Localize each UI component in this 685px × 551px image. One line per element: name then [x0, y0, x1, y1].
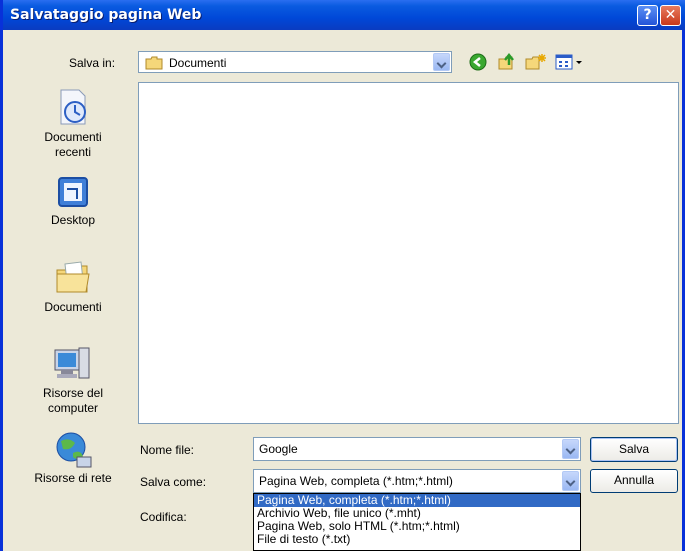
new-folder-icon[interactable]	[525, 53, 547, 74]
place-computer-label-2: computer	[47, 401, 99, 415]
saveas-options-list[interactable]: Pagina Web, completa (*.htm;*.html) Arch…	[253, 493, 581, 551]
saveas-dropdown[interactable]: Pagina Web, completa (*.htm;*.html)	[253, 469, 581, 493]
computer-icon	[54, 347, 90, 379]
save-in-value: Documenti	[169, 56, 227, 70]
list-item[interactable]: File di testo (*.txt)	[254, 533, 580, 546]
desktop-icon	[58, 177, 88, 207]
place-my-computer[interactable]: Risorse del computer	[21, 344, 125, 416]
view-menu-icon[interactable]	[555, 53, 583, 74]
help-icon: ?	[643, 7, 652, 23]
place-my-documents[interactable]: Documenti	[21, 258, 125, 315]
cancel-button[interactable]: Annulla	[590, 469, 678, 493]
encoding-label: Codifica:	[140, 510, 187, 524]
help-button[interactable]: ?	[637, 5, 658, 26]
place-network[interactable]: Risorse di rete	[21, 429, 125, 486]
save-dialog: Salvataggio pagina Web ? ✕ Salva in: Doc…	[0, 0, 685, 551]
back-icon[interactable]	[469, 53, 487, 74]
folder-icon	[145, 56, 163, 73]
place-recent-label-1: Documenti	[44, 130, 102, 144]
places-bar: Documenti recenti Desktop Documenti Riso…	[21, 82, 125, 497]
chevron-down-icon[interactable]	[562, 471, 579, 491]
place-computer-label-1: Risorse del	[42, 386, 104, 400]
file-list[interactable]	[138, 82, 679, 424]
up-folder-icon[interactable]	[497, 52, 517, 74]
place-recent-documents[interactable]: Documenti recenti	[21, 88, 125, 160]
cancel-button-label: Annulla	[613, 473, 655, 487]
saveas-value: Pagina Web, completa (*.htm;*.html)	[259, 474, 453, 488]
save-button-label: Salva	[618, 442, 650, 456]
saveas-label: Salva come:	[140, 475, 207, 489]
network-icon	[56, 432, 92, 468]
place-desktop-label: Desktop	[50, 213, 96, 227]
chevron-down-icon[interactable]	[433, 53, 450, 71]
save-in-dropdown[interactable]: Documenti	[138, 51, 452, 73]
save-in-label: Salva in:	[69, 56, 116, 70]
close-button[interactable]: ✕	[660, 5, 681, 26]
filename-label: Nome file:	[140, 443, 195, 457]
chevron-down-icon[interactable]	[562, 439, 579, 459]
save-button[interactable]: Salva	[590, 437, 678, 462]
filename-value: Google	[259, 442, 298, 456]
place-network-label: Risorse di rete	[34, 471, 112, 485]
my-documents-icon	[56, 261, 90, 293]
close-icon: ✕	[664, 7, 677, 23]
place-documents-label: Documenti	[44, 300, 102, 314]
title-bar[interactable]: Salvataggio pagina Web ? ✕	[3, 0, 685, 30]
recent-documents-icon	[60, 89, 86, 125]
place-desktop[interactable]: Desktop	[21, 175, 125, 228]
filename-input[interactable]: Google	[253, 437, 581, 461]
dialog-title: Salvataggio pagina Web	[10, 7, 202, 23]
place-recent-label-2: recenti	[54, 145, 92, 159]
